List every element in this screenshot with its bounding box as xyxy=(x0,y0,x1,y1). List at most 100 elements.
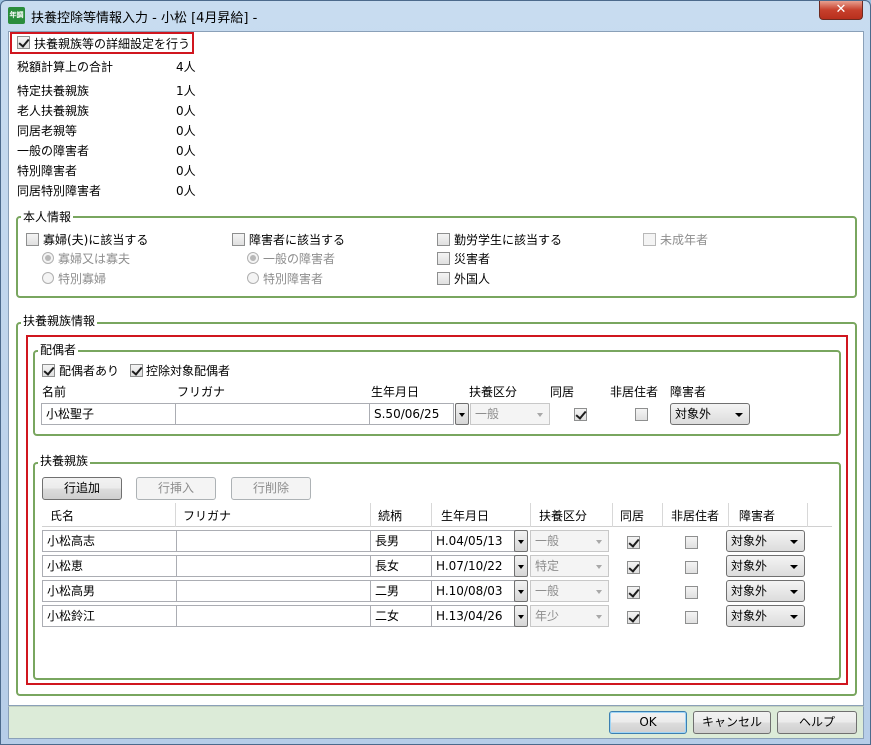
widow-normal-label: 寡婦又は寡夫 xyxy=(58,252,131,266)
header-divider xyxy=(175,503,176,527)
has-spouse-label[interactable]: 配偶者あり xyxy=(59,362,119,379)
family-name-field[interactable]: 小松高男 xyxy=(42,580,177,602)
family-birth-dropdown-button[interactable] xyxy=(514,580,528,602)
family-furigana-field[interactable] xyxy=(176,555,371,577)
family-name-field[interactable]: 小松鈴江 xyxy=(42,605,177,627)
family-cohabit-checkbox[interactable] xyxy=(627,536,640,549)
spouse-header-cohabit: 同居 xyxy=(550,385,575,399)
header-divider xyxy=(807,503,808,527)
foreigner-label[interactable]: 外国人 xyxy=(454,270,490,287)
dependents-info-title: 扶養親族情報 xyxy=(21,312,98,329)
family-name-field[interactable]: 小松高志 xyxy=(42,530,177,552)
family-birth-field[interactable]: H.04/05/13 xyxy=(431,530,515,552)
summary-label: 同居特別障害者 xyxy=(17,184,102,198)
family-cohabit-checkbox[interactable] xyxy=(627,611,640,624)
spouse-header-nonresident: 非居住者 xyxy=(610,385,659,399)
family-nonresident-checkbox[interactable] xyxy=(685,611,698,624)
disabled-normal-radio[interactable] xyxy=(247,252,259,264)
spouse-name-field[interactable]: 小松聖子 xyxy=(41,403,176,425)
family-cohabit-checkbox[interactable] xyxy=(627,586,640,599)
family-birth-dropdown-button[interactable] xyxy=(514,530,528,552)
working-student-label[interactable]: 勤労学生に該当する xyxy=(454,231,562,248)
cancel-button[interactable]: キャンセル xyxy=(693,711,771,734)
family-birth-dropdown-button[interactable] xyxy=(514,555,528,577)
family-cohabit-checkbox[interactable] xyxy=(627,561,640,574)
delete-row-button[interactable]: 行削除 xyxy=(231,477,311,500)
add-row-button[interactable]: 行追加 xyxy=(42,477,122,500)
foreigner-checkbox[interactable] xyxy=(437,272,450,285)
family-disability-select[interactable]: 対象外 xyxy=(726,580,805,602)
family-disability-select[interactable]: 対象外 xyxy=(726,605,805,627)
header-divider xyxy=(370,503,371,527)
spouse-title: 配偶者 xyxy=(38,341,79,358)
disaster-checkbox[interactable] xyxy=(437,252,450,265)
summary-value: 4人 xyxy=(176,60,196,74)
family-header-cohabit: 同居 xyxy=(620,509,645,523)
family-title: 扶養親族 xyxy=(38,452,91,469)
title-bar[interactable]: 年調 扶養控除等情報入力 - 小松 [4月昇給] - ✕ xyxy=(1,1,870,31)
summary-label: 特定扶養親族 xyxy=(17,84,90,98)
spouse-birth-dropdown-button[interactable] xyxy=(455,403,469,425)
family-grid-header: 氏名 フリガナ 続柄 生年月日 扶養区分 同居 非居住者 障害者 xyxy=(42,503,832,527)
family-relation-field[interactable]: 二男 xyxy=(370,580,432,602)
help-button[interactable]: ヘルプ xyxy=(777,711,857,734)
family-relation-field[interactable]: 長女 xyxy=(370,555,432,577)
spouse-header-category: 扶養区分 xyxy=(469,385,518,399)
spouse-birth-field[interactable]: S.50/06/25 xyxy=(369,403,454,425)
family-header-furigana: フリガナ xyxy=(183,509,232,523)
disabled-checkbox[interactable] xyxy=(232,233,245,246)
spouse-category-select: 一般 xyxy=(470,403,550,425)
spouse-nonresident-checkbox[interactable] xyxy=(635,408,648,421)
family-birth-field[interactable]: H.07/10/22 xyxy=(431,555,515,577)
insert-row-button[interactable]: 行挿入 xyxy=(136,477,216,500)
spouse-header-name: 名前 xyxy=(42,385,67,399)
family-disability-select[interactable]: 対象外 xyxy=(726,555,805,577)
has-spouse-checkbox[interactable] xyxy=(42,364,55,377)
family-disability-select[interactable]: 対象外 xyxy=(726,530,805,552)
header-divider xyxy=(530,503,531,527)
summary-value: 0人 xyxy=(176,104,196,118)
summary-value: 0人 xyxy=(176,124,196,138)
header-divider xyxy=(728,503,729,527)
family-nonresident-checkbox[interactable] xyxy=(685,586,698,599)
detail-setting-checkbox[interactable] xyxy=(17,36,30,49)
spouse-disability-select[interactable]: 対象外 xyxy=(670,403,750,425)
detail-setting-label[interactable]: 扶養親族等の詳細設定を行う xyxy=(34,35,190,52)
family-birth-field[interactable]: H.10/08/03 xyxy=(431,580,515,602)
spouse-furigana-field[interactable] xyxy=(175,403,370,425)
widow-normal-radio[interactable] xyxy=(42,252,54,264)
spouse-cohabit-checkbox[interactable] xyxy=(574,408,587,421)
disabled-label[interactable]: 障害者に該当する xyxy=(249,231,345,248)
family-category-select: 特定 xyxy=(530,555,609,577)
widow-label[interactable]: 寡婦(夫)に該当する xyxy=(43,231,148,248)
family-category-select: 一般 xyxy=(530,530,609,552)
minor-checkbox[interactable] xyxy=(643,233,656,246)
family-furigana-field[interactable] xyxy=(176,580,371,602)
summary-value: 0人 xyxy=(176,164,196,178)
family-furigana-field[interactable] xyxy=(176,530,371,552)
deduction-spouse-label[interactable]: 控除対象配偶者 xyxy=(146,362,230,379)
close-button[interactable]: ✕ xyxy=(819,1,863,20)
family-name-field[interactable]: 小松恵 xyxy=(42,555,177,577)
header-divider xyxy=(431,503,432,527)
family-relation-field[interactable]: 二女 xyxy=(370,605,432,627)
header-divider xyxy=(662,503,663,527)
family-category-select: 年少 xyxy=(530,605,609,627)
disabled-special-radio[interactable] xyxy=(247,272,259,284)
widow-special-radio[interactable] xyxy=(42,272,54,284)
ok-button[interactable]: OK xyxy=(609,711,687,734)
working-student-checkbox[interactable] xyxy=(437,233,450,246)
widow-checkbox[interactable] xyxy=(26,233,39,246)
family-nonresident-checkbox[interactable] xyxy=(685,561,698,574)
family-birth-dropdown-button[interactable] xyxy=(514,605,528,627)
summary-label: 一般の障害者 xyxy=(17,144,90,158)
family-furigana-field[interactable] xyxy=(176,605,371,627)
family-birth-field[interactable]: H.13/04/26 xyxy=(431,605,515,627)
family-nonresident-checkbox[interactable] xyxy=(685,536,698,549)
family-relation-field[interactable]: 長男 xyxy=(370,530,432,552)
deduction-spouse-checkbox[interactable] xyxy=(130,364,143,377)
window-title: 扶養控除等情報入力 - 小松 [4月昇給] - xyxy=(31,11,258,26)
summary-label: 老人扶養親族 xyxy=(17,104,90,118)
disaster-label[interactable]: 災害者 xyxy=(454,250,490,267)
summary-label: 同居老親等 xyxy=(17,124,78,138)
